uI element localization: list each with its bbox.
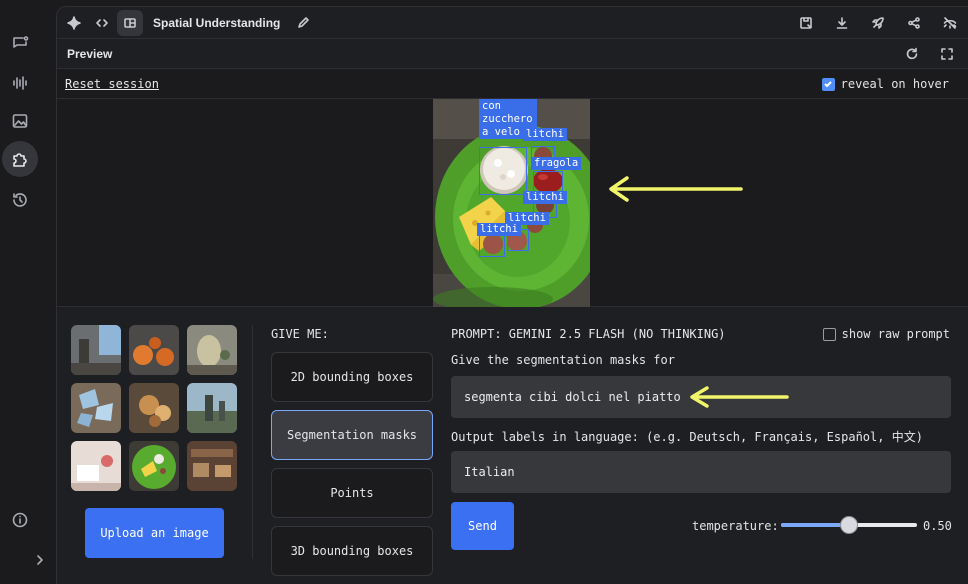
preview-stage: muffin con zucchero a velo litchi fragol… (57, 99, 968, 307)
send-button[interactable]: Send (451, 502, 514, 550)
divider (252, 325, 253, 559)
language-input-value: Italian (464, 465, 515, 479)
sparkle-icon[interactable] (61, 10, 87, 36)
bbox-muffin (479, 147, 527, 195)
slider-fill (781, 523, 849, 527)
puzzle-icon[interactable] (2, 141, 38, 177)
sample-thumbnail[interactable] (187, 441, 237, 491)
temperature-slider[interactable] (781, 516, 917, 534)
preview-image: muffin con zucchero a velo litchi fragol… (433, 99, 590, 307)
language-label: Output labels in language: (e.g. Deutsch… (451, 430, 923, 444)
layout-preview-icon[interactable] (117, 9, 143, 36)
session-bar: Reset session reveal on hover (57, 69, 968, 99)
expand-chevron-icon[interactable] (24, 544, 56, 576)
detection-label: litchi (523, 191, 567, 204)
sample-thumbnail[interactable] (129, 325, 179, 375)
show-raw-prompt-label: show raw prompt (841, 327, 950, 341)
give-me-label: GIVE ME: (271, 327, 329, 341)
sample-thumbnail[interactable] (187, 383, 237, 433)
preview-bar: Preview (57, 39, 968, 69)
download-icon[interactable] (829, 10, 855, 36)
annotation-arrow-icon (690, 386, 789, 408)
mode-points[interactable]: Points (271, 468, 433, 518)
language-input[interactable]: Italian (451, 451, 951, 493)
detection-label: litchi (477, 223, 521, 236)
sample-thumbnail[interactable] (129, 441, 179, 491)
share-icon[interactable] (901, 10, 927, 36)
show-raw-prompt-checkbox[interactable] (822, 327, 836, 341)
save-to-drive-icon[interactable] (793, 10, 819, 36)
annotation-arrow-icon (609, 176, 743, 202)
sample-thumbnail[interactable] (71, 383, 121, 433)
history-icon[interactable] (2, 182, 38, 218)
reveal-checkbox[interactable] (821, 77, 835, 91)
chat-icon[interactable] (2, 26, 38, 62)
refresh-icon[interactable] (899, 41, 925, 67)
bbox-lychee-4 (479, 235, 505, 257)
upload-image-button[interactable]: Upload an image (85, 508, 224, 558)
prompt-header: PROMPT: GEMINI 2.5 FLASH (NO THINKING) (451, 327, 726, 341)
code-icon[interactable] (89, 10, 115, 36)
reveal-on-hover-toggle[interactable]: reveal on hover (821, 77, 949, 91)
fullscreen-icon[interactable] (934, 41, 960, 67)
hide-eye-icon[interactable] (937, 10, 963, 36)
mode-3d-bounding-boxes[interactable]: 3D bounding boxes (271, 526, 433, 576)
sample-thumbnail[interactable] (71, 325, 121, 375)
reveal-label: reveal on hover (840, 77, 949, 91)
preview-label: Preview (67, 46, 113, 61)
segmentation-input-value: segmenta cibi dolci nel piatto (464, 390, 681, 404)
temperature-label: temperature: (692, 519, 779, 533)
top-bar: Spatial Understanding (57, 7, 968, 39)
detection-label: litchi (523, 128, 567, 141)
temperature-value: 0.50 (923, 519, 952, 533)
detection-label: fragola (531, 157, 582, 170)
sample-thumbnail[interactable] (187, 325, 237, 375)
deploy-rocket-icon[interactable] (865, 10, 891, 36)
audio-wave-icon[interactable] (2, 65, 38, 101)
image-icon[interactable] (2, 103, 38, 139)
main-frame: Spatial Understanding Preview Reset sess… (56, 6, 968, 584)
edit-pencil-icon[interactable] (290, 10, 316, 36)
reset-session-link[interactable]: Reset session (65, 77, 159, 91)
slider-handle[interactable] (840, 516, 858, 534)
mode-segmentation-masks[interactable]: Segmentation masks (271, 410, 433, 460)
show-raw-prompt-toggle[interactable]: show raw prompt (822, 327, 950, 341)
segmentation-input[interactable]: segmenta cibi dolci nel piatto (451, 376, 951, 418)
sample-thumbnail[interactable] (129, 383, 179, 433)
sample-thumbnail[interactable] (71, 441, 121, 491)
check-icon (824, 81, 832, 88)
mode-2d-bounding-boxes[interactable]: 2D bounding boxes (271, 352, 433, 402)
segmentation-label: Give the segmentation masks for (451, 353, 675, 367)
info-icon[interactable] (2, 502, 38, 538)
left-rail (0, 0, 43, 584)
top-actions (793, 10, 963, 36)
app-title: Spatial Understanding (153, 15, 281, 30)
